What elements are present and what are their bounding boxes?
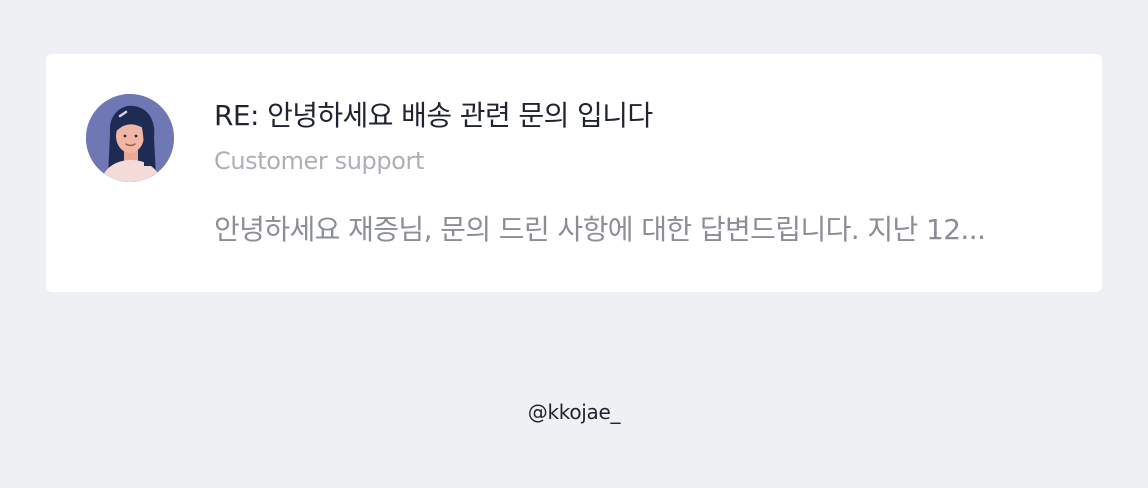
author-credit: @kkojae_: [527, 400, 621, 424]
message-sender: Customer support: [214, 147, 424, 175]
avatar: [86, 94, 174, 182]
message-preview: 안녕하세요 재증님, 문의 드린 사항에 대한 답변드립니다. 지난 12...: [214, 213, 986, 246]
message-subject: RE: 안녕하세요 배송 관련 문의 입니다: [214, 99, 653, 132]
message-content: RE: 안녕하세요 배송 관련 문의 입니다 Customer support …: [214, 92, 1066, 254]
woman-avatar-icon: [86, 94, 174, 182]
message-card[interactable]: RE: 안녕하세요 배송 관련 문의 입니다 Customer support …: [46, 54, 1102, 292]
